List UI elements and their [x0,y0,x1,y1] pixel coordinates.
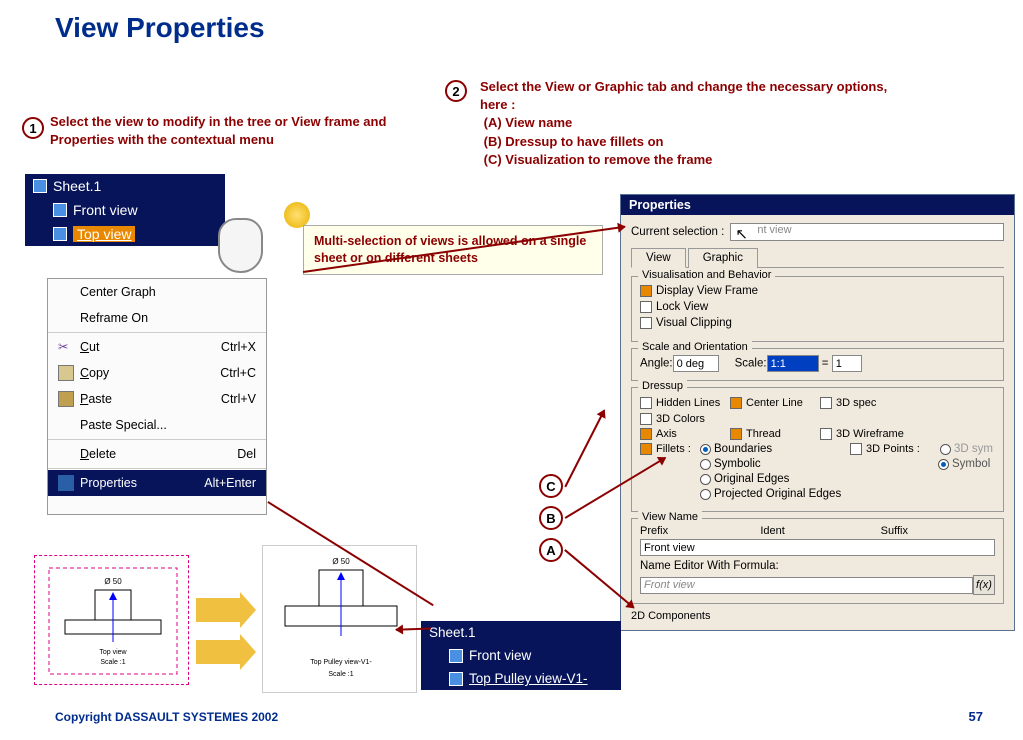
letter-b: B [539,506,563,530]
thumbnail-1: Ø 50 Top view Scale :1 [34,555,189,685]
arrow-2 [196,640,242,664]
chk-3d-colors[interactable] [640,413,652,425]
arrow-c-to-vis [564,410,604,487]
step-2-badge: 2 [445,80,467,102]
model-tree: Sheet.1 Front view Top view [25,174,225,246]
chk-visual-clipping[interactable] [640,317,652,329]
footer-copyright: Copyright DASSAULT SYSTEMES 2002 [55,710,278,724]
svg-text:Ø 50: Ø 50 [332,557,350,566]
angle-input[interactable] [673,355,719,372]
tabs: View Graphic [631,247,1004,268]
visualisation-group: Visualisation and Behavior Display View … [631,276,1004,342]
2d-components: 2D Components [631,610,1004,622]
thumbnail-2: Ø 50 Top Pulley view-V1- Scale :1 [262,545,417,693]
tree-topview-row[interactable]: Top view [25,222,225,246]
sheet-icon [33,179,47,193]
scale-group: Scale and Orientation Angle: Scale: = [631,348,1004,381]
chk-3d-points[interactable] [850,443,862,455]
properties-dialog: Properties Current selection : ↖ nt view… [620,194,1015,631]
properties-titlebar: Properties [621,195,1014,215]
svg-text:Scale :1: Scale :1 [100,659,125,666]
chk-display-frame[interactable] [640,285,652,297]
formula-input[interactable] [640,577,973,594]
dressup-label: Dressup [638,380,687,392]
radio-original-edges[interactable] [700,474,711,485]
fx-button[interactable]: f(x) [973,575,995,595]
ctx-delete[interactable]: DeleteDel [48,441,266,467]
col-suffix: Suffix [881,525,995,537]
step-1-badge: 1 [22,117,44,139]
chk-thread[interactable] [730,428,742,440]
chk-lock-view[interactable] [640,301,652,313]
ctx-properties[interactable]: PropertiesAlt+Enter [48,470,266,496]
letter-c: C [539,474,563,498]
cursel-label: Current selection : [631,226,724,238]
step-2-line-b: (B) Dressup to have fillets on [484,134,664,149]
mouse-icon [218,218,263,273]
step-1-text: Select the view to modify in the tree or… [50,113,410,149]
viewname-group: View Name Prefix Ident Suffix Name Edito… [631,518,1004,604]
chk-hidden-lines[interactable] [640,397,652,409]
model-tree-2: Sheet.1 Front view Top Pulley view-V1- [421,621,621,690]
svg-text:Ø 50: Ø 50 [104,577,122,586]
cursor-icon: ↖ [735,225,748,243]
dressup-group: Dressup Hidden Lines Center Line 3D spec… [631,387,1004,512]
chk-fillets[interactable] [640,443,652,455]
tree2-frontview[interactable]: Front view [421,644,621,667]
tab-graphic[interactable]: Graphic [688,248,758,268]
paste-icon [58,391,74,407]
ctx-reframe-on[interactable]: Reframe On [48,305,266,331]
scale-one[interactable] [832,355,862,372]
tree2-sheet[interactable]: Sheet.1 [421,621,621,644]
ctx-cut[interactable]: ✂CutCtrl+X [48,334,266,360]
visualisation-label: Visualisation and Behavior [638,269,775,281]
cursel-input[interactable]: ↖ nt view [730,223,1004,241]
tree2-pulleyview[interactable]: Top Pulley view-V1- [421,667,621,690]
ctx-copy[interactable]: CopyCtrl+C [48,360,266,386]
viewname-label: View Name [638,511,702,523]
svg-text:Scale :1: Scale :1 [328,671,353,678]
radio-projected-edges[interactable] [700,489,711,500]
step-2-line-a: (A) View name [484,115,573,130]
properties-icon [58,475,74,491]
col-prefix: Prefix [640,525,754,537]
view-icon [449,649,463,663]
radio-3d-sym[interactable] [940,444,951,455]
svg-text:Top view: Top view [99,649,127,656]
radio-symbolic[interactable] [700,459,711,470]
chk-axis[interactable] [640,428,652,440]
chk-center-line[interactable] [730,397,742,409]
page-number: 57 [969,709,983,724]
viewname-input[interactable] [640,539,995,556]
step-2-line-c: (C) Visualization to remove the frame [484,152,713,167]
scale-label: Scale and Orientation [638,341,752,353]
view-icon [449,672,463,686]
scale-input[interactable] [767,355,819,372]
chk-3d-wireframe[interactable] [820,428,832,440]
scissors-icon: ✂ [58,339,74,355]
chk-3d-spec[interactable] [820,397,832,409]
step-2-text: Select the View or Graphic tab and chang… [480,78,900,169]
tab-view[interactable]: View [631,248,686,268]
letter-a: A [539,538,563,562]
arrow-1 [196,598,242,622]
radio-symbol[interactable] [938,459,949,470]
page-title: View Properties [55,12,265,44]
ctx-center-graph[interactable]: Center Graph [48,279,266,305]
view-icon [53,203,67,217]
ctx-paste[interactable]: PasteCtrl+V [48,386,266,412]
ctx-paste-special[interactable]: Paste Special... [48,412,266,438]
view-icon [53,227,67,241]
formula-label: Name Editor With Formula: [640,560,995,572]
drawing-2: Ø 50 Top Pulley view-V1- Scale :1 [263,546,418,694]
copy-icon [58,365,74,381]
step-2-intro: Select the View or Graphic tab and chang… [480,79,887,112]
drawing-1: Ø 50 Top view Scale :1 [35,556,190,686]
col-ident: Ident [760,525,874,537]
context-menu: Center Graph Reframe On ✂CutCtrl+X CopyC… [47,278,267,515]
tree-frontview-row[interactable]: Front view [25,198,225,222]
svg-text:Top Pulley view-V1-: Top Pulley view-V1- [310,659,372,666]
tree-sheet-row[interactable]: Sheet.1 [25,174,225,198]
radio-boundaries[interactable] [700,444,711,455]
